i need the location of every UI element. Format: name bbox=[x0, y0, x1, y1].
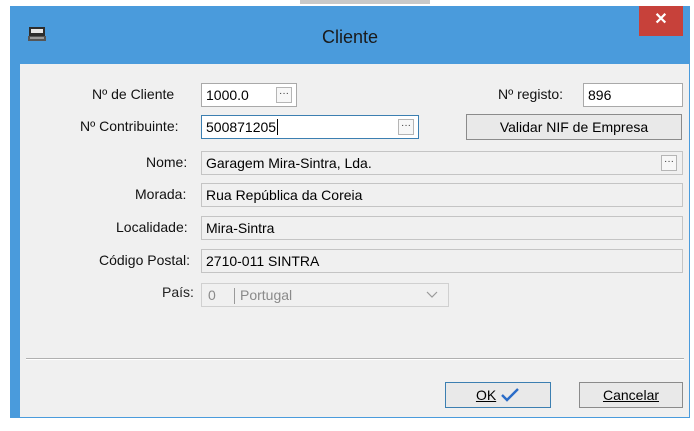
n-contribuinte-field[interactable]: 500871205 bbox=[201, 115, 419, 139]
codigo-postal-label: Código Postal: bbox=[99, 252, 191, 268]
codigo-postal-value: 2710-011 SINTRA bbox=[206, 253, 320, 269]
localidade-value: Mira-Sintra bbox=[206, 220, 275, 236]
chevron-down-icon bbox=[426, 291, 438, 298]
separator bbox=[26, 358, 684, 360]
n-contribuinte-label: Nº Contribuinte: bbox=[80, 118, 179, 134]
n-contribuinte-lookup-button[interactable]: ··· bbox=[398, 119, 414, 135]
close-button[interactable]: ✕ bbox=[639, 6, 683, 36]
validar-nif-button[interactable]: Validar NIF de Empresa bbox=[466, 114, 682, 140]
title-bar[interactable]: Cliente ✕ bbox=[10, 6, 690, 66]
morada-label: Morada: bbox=[135, 186, 187, 202]
pais-code: 0 bbox=[208, 287, 216, 303]
nome-label: Nome: bbox=[146, 154, 188, 170]
pais-divider bbox=[234, 288, 235, 304]
window-title: Cliente bbox=[321, 27, 379, 47]
background-strip bbox=[300, 0, 430, 4]
localidade-label: Localidade: bbox=[116, 219, 188, 235]
text-cursor bbox=[277, 119, 279, 135]
nome-lookup-button[interactable]: ··· bbox=[661, 155, 677, 171]
morada-value: Rua República da Coreia bbox=[206, 187, 363, 203]
close-icon: ✕ bbox=[654, 11, 668, 28]
nome-field[interactable]: Garagem Mira-Sintra, Lda. bbox=[201, 151, 683, 175]
n-cliente-value: 1000.0 bbox=[206, 87, 249, 103]
cancel-label: Cancelar bbox=[602, 387, 660, 403]
form-area: Nº de Cliente 1000.0 ··· Nº registo: 896… bbox=[20, 64, 689, 417]
localidade-field[interactable]: Mira-Sintra bbox=[201, 216, 683, 240]
ok-button[interactable]: OK bbox=[445, 382, 551, 408]
n-registo-label: Nº registo: bbox=[498, 86, 564, 102]
n-cliente-label: Nº de Cliente bbox=[92, 86, 175, 102]
pais-name: Portugal bbox=[240, 287, 293, 303]
n-cliente-lookup-button[interactable]: ··· bbox=[276, 87, 292, 103]
cliente-dialog: Cliente ✕ Nº de Cliente 1000.0 ··· Nº re… bbox=[10, 6, 690, 418]
nome-value: Garagem Mira-Sintra, Lda. bbox=[206, 155, 372, 171]
pais-select[interactable]: 0 Portugal bbox=[201, 283, 449, 307]
n-registo-field[interactable]: 896 bbox=[583, 83, 683, 107]
cancel-button[interactable]: Cancelar bbox=[579, 382, 683, 408]
check-icon bbox=[501, 388, 519, 402]
pais-label: País: bbox=[162, 284, 194, 300]
ok-label: OK bbox=[475, 387, 497, 403]
morada-field[interactable]: Rua República da Coreia bbox=[201, 183, 683, 207]
codigo-postal-field[interactable]: 2710-011 SINTRA bbox=[201, 249, 683, 273]
n-contribuinte-value: 500871205 bbox=[206, 119, 277, 135]
n-registo-value: 896 bbox=[588, 87, 612, 103]
